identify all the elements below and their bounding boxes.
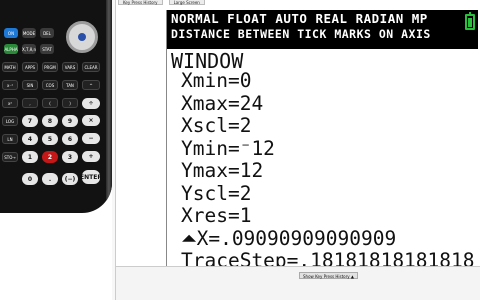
key-decimal[interactable]: . [42, 173, 58, 185]
bottom-bar [116, 266, 480, 300]
key-on[interactable]: ON [4, 28, 18, 38]
key-cos[interactable]: COS [42, 80, 58, 90]
key-power[interactable]: ^ [82, 80, 100, 90]
key-7[interactable]: 7 [22, 115, 38, 127]
key-vars[interactable]: VARS [62, 62, 78, 72]
key-lparen[interactable]: ( [42, 98, 58, 108]
key-enter[interactable]: ENTER [82, 170, 100, 184]
key-9[interactable]: 9 [62, 115, 78, 127]
key-alpha[interactable]: ALPHA [4, 44, 18, 54]
key-store[interactable]: STO→ [2, 152, 18, 162]
show-key-press-history-button[interactable]: Show Key Press History ▲ [299, 272, 358, 279]
window-settings: Xmin=0 Xmax=24 Xscl=2 Ymin=⁻12 Ymax=12 Y… [181, 69, 475, 266]
key-del[interactable]: DEL [40, 28, 54, 38]
key-ln[interactable]: LN [2, 134, 18, 144]
key-clear[interactable]: CLEAR [82, 62, 100, 72]
setting-xmax[interactable]: Xmax=24 [181, 92, 475, 116]
key-history-panel [112, 0, 116, 300]
key-inverse[interactable]: x⁻¹ [2, 80, 18, 90]
key-1[interactable]: 1 [22, 151, 38, 163]
key-0[interactable]: 0 [22, 173, 38, 185]
key-negative[interactable]: (−) [62, 173, 78, 185]
key-rparen[interactable]: ) [62, 98, 78, 108]
battery-icon [465, 12, 475, 30]
calculator-screen: NORMAL FLOAT AUTO REAL RADIAN MP DISTANC… [166, 10, 478, 266]
help-text: DISTANCE BETWEEN TICK MARKS ON AXIS [171, 27, 431, 41]
tab-key-press-history[interactable]: Key Press History [118, 0, 163, 5]
battery-level [468, 18, 472, 27]
setting-delta-x[interactable]: ⏶X=.09090909090909 [181, 227, 475, 251]
setting-yscl[interactable]: Yscl=2 [181, 182, 475, 206]
top-tabs: Key Press History Large Screen [112, 0, 480, 5]
key-4[interactable]: 4 [22, 133, 38, 145]
key-2[interactable]: 2 [42, 151, 58, 163]
calculator-keypad: ON MODE DEL ALPHA X,T,θ,n STAT MATH APPS… [0, 0, 112, 213]
key-6[interactable]: 6 [62, 133, 78, 145]
setting-ymin[interactable]: Ymin=⁻12 [181, 137, 475, 161]
key-subtract[interactable]: − [82, 133, 100, 144]
setting-xmin[interactable]: Xmin=0 [181, 69, 475, 93]
key-square[interactable]: x² [2, 98, 18, 108]
arrow-dpad[interactable] [66, 21, 98, 53]
key-comma[interactable]: , [22, 98, 38, 108]
setting-xres[interactable]: Xres=1 [181, 204, 475, 228]
key-math[interactable]: MATH [2, 62, 18, 72]
key-8[interactable]: 8 [42, 115, 58, 127]
key-3[interactable]: 3 [62, 151, 78, 163]
setting-xscl[interactable]: Xscl=2 [181, 114, 475, 138]
key-stat[interactable]: STAT [40, 44, 54, 54]
key-tan[interactable]: TAN [62, 80, 78, 90]
key-log[interactable]: LOG [2, 116, 18, 126]
status-bar: NORMAL FLOAT AUTO REAL RADIAN MP DISTANC… [167, 10, 478, 49]
key-xtn[interactable]: X,T,θ,n [22, 44, 36, 54]
tab-large-screen[interactable]: Large Screen [168, 0, 205, 5]
key-mode[interactable]: MODE [22, 28, 36, 38]
setting-ymax[interactable]: Ymax=12 [181, 159, 475, 183]
key-prgm[interactable]: PRGM [42, 62, 58, 72]
key-sin[interactable]: SIN [22, 80, 38, 90]
key-divide[interactable]: ÷ [82, 98, 100, 109]
key-apps[interactable]: APPS [22, 62, 38, 72]
setting-tracestep[interactable]: TraceStep=.18181818181818 [181, 249, 475, 266]
key-add[interactable]: + [82, 151, 100, 162]
mode-status: NORMAL FLOAT AUTO REAL RADIAN MP [171, 11, 428, 26]
key-5[interactable]: 5 [42, 133, 58, 145]
key-multiply[interactable]: × [82, 115, 100, 126]
